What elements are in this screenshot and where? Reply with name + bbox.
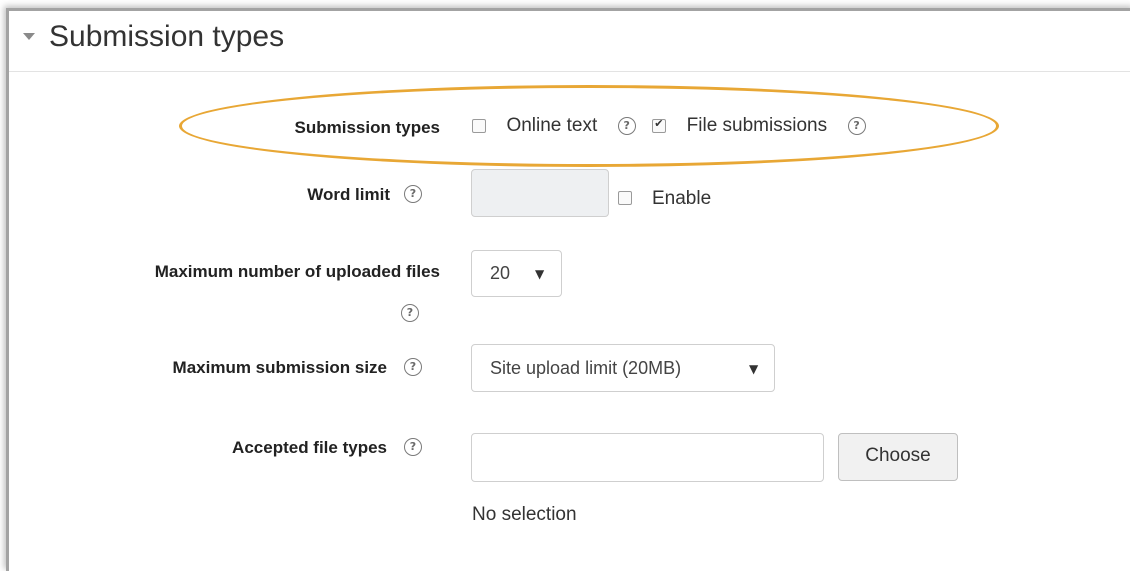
word-limit-help-icon[interactable]: ?: [404, 185, 422, 203]
max-size-label: Maximum submission size: [172, 358, 387, 377]
online-text-checkbox[interactable]: [472, 119, 486, 133]
file-submissions-help-icon[interactable]: ?: [847, 117, 866, 135]
dropdown-arrow-icon: ▼: [535, 267, 545, 281]
max-files-select[interactable]: 20 ▼: [471, 250, 562, 297]
max-size-value: Site upload limit (20MB): [490, 358, 682, 378]
file-submissions-label[interactable]: File submissions: [687, 115, 827, 136]
file-types-help-icon[interactable]: ?: [404, 438, 422, 456]
submission-types-label: Submission types: [294, 118, 440, 137]
choose-button[interactable]: Choose: [838, 433, 958, 481]
max-size-help-icon[interactable]: ?: [404, 358, 422, 376]
max-files-label: Maximum number of uploaded files: [154, 262, 440, 281]
word-limit-enable-checkbox[interactable]: [618, 191, 632, 205]
dropdown-arrow-icon: ▼: [749, 362, 759, 376]
file-submissions-checkbox[interactable]: [652, 117, 667, 133]
max-size-select[interactable]: Site upload limit (20MB) ▼: [471, 344, 775, 392]
section-header[interactable]: Submission types: [9, 11, 1130, 72]
word-limit-input[interactable]: [471, 169, 609, 217]
online-text-help-icon[interactable]: ?: [617, 117, 636, 135]
online-text-label[interactable]: Online text: [506, 115, 597, 136]
submission-types-options: Online text ? File submissions ?: [472, 115, 866, 137]
file-types-status: No selection: [472, 504, 577, 525]
word-limit-enable-label[interactable]: Enable: [652, 188, 711, 210]
word-limit-label: Word limit: [307, 185, 390, 204]
section-title: Submission types: [49, 20, 285, 53]
max-files-help-icon[interactable]: ?: [401, 304, 419, 322]
max-files-value: 20: [490, 263, 511, 283]
file-types-input[interactable]: [471, 433, 824, 482]
collapse-triangle-icon[interactable]: [23, 33, 35, 40]
file-types-label: Accepted file types: [232, 438, 387, 457]
